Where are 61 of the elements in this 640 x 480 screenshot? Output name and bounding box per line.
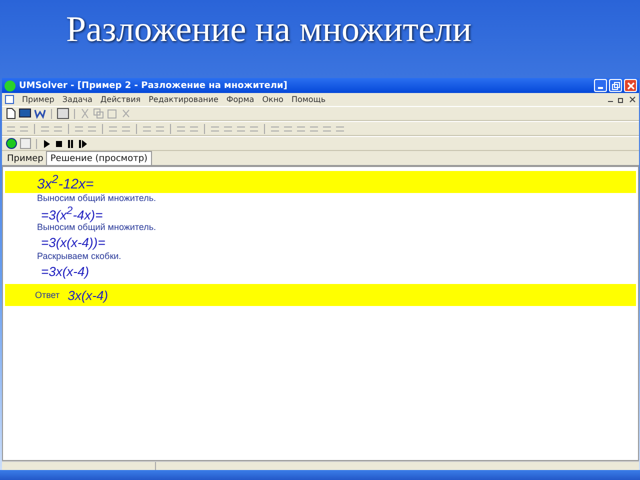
formula-tool-icon[interactable] [210,124,220,134]
formula-tool-icon[interactable] [142,124,152,134]
tab[interactable]: Решение (просмотр) [46,151,152,165]
paste-icon[interactable] [107,108,118,119]
comment-text: Раскрываем скобки. [36,251,122,263]
formula-tool-icon[interactable] [189,124,199,134]
menu-item[interactable]: Форма [226,95,254,104]
window-title: UMSolver - [Пример 2 - Разложение на множители] [19,80,288,90]
menu-item[interactable]: Пример [22,95,54,104]
formula-tool-icon[interactable] [223,124,233,134]
menu-item[interactable]: Редактирование [148,95,218,104]
formula-tool-icon[interactable] [155,124,165,134]
menu-item[interactable]: Помощь [291,95,326,104]
menu-item[interactable]: Окно [262,95,284,104]
step-icon[interactable] [78,138,87,148]
close-icon [626,82,634,90]
comment-text: Выносим общий множитель. [36,193,158,205]
monitor-icon[interactable] [19,108,31,119]
expression: =3(x$^{2}$-4x)= [41,204,103,222]
new-file-icon[interactable] [6,108,16,119]
formula-tool-icon[interactable] [176,124,186,134]
minimize-icon [598,87,603,89]
pause-icon[interactable] [66,138,75,148]
expression: =3(x(x-4))= [41,235,106,250]
formula-tool-icon[interactable] [309,124,319,134]
close-icon[interactable] [629,96,636,103]
minimize-button[interactable] [594,79,607,92]
formula-tool-icon[interactable] [87,124,97,134]
expression: 3x$^{2}$-12x= [37,172,94,192]
formula-tool-icon[interactable] [335,124,345,134]
formula-tool-icon[interactable] [53,124,63,134]
stop-icon[interactable] [54,138,63,148]
app-icon [4,80,16,92]
formula-tool-icon[interactable] [19,124,29,134]
formula-tool-icon[interactable] [322,124,332,134]
formula-tool-icon[interactable] [108,124,118,134]
expression: 3x(x-4) [68,288,108,302]
expression: =3x(x-4) [41,264,90,279]
circle-icon[interactable] [6,138,17,149]
formula-tool-icon[interactable] [249,124,259,134]
menu-item[interactable]: Задача [62,95,92,104]
formula-tool-icon[interactable] [40,124,50,134]
image-icon[interactable] [57,108,69,119]
formula-tool-icon[interactable] [6,124,16,134]
play-icon[interactable] [42,138,51,148]
answer-label: Ответ [35,290,60,300]
formula-tool-icon[interactable] [236,124,246,134]
formula-tool-icon[interactable] [270,124,280,134]
cut-icon[interactable] [80,108,90,119]
slide-title: Разложение на множители [65,8,473,51]
menu-item[interactable]: Действия [100,95,141,104]
formula-tool-icon[interactable] [296,124,306,134]
formula-tool-icon[interactable] [121,124,131,134]
tab[interactable]: Пример [4,153,46,165]
close-button[interactable] [624,79,637,92]
delete-icon[interactable] [121,108,131,119]
comment-text: Выносим общий множитель. [36,222,158,234]
formula-tool-icon[interactable] [74,124,84,134]
formula-tool-icon[interactable] [283,124,293,134]
restore-button[interactable] [609,79,622,92]
copy-icon[interactable] [93,108,104,119]
